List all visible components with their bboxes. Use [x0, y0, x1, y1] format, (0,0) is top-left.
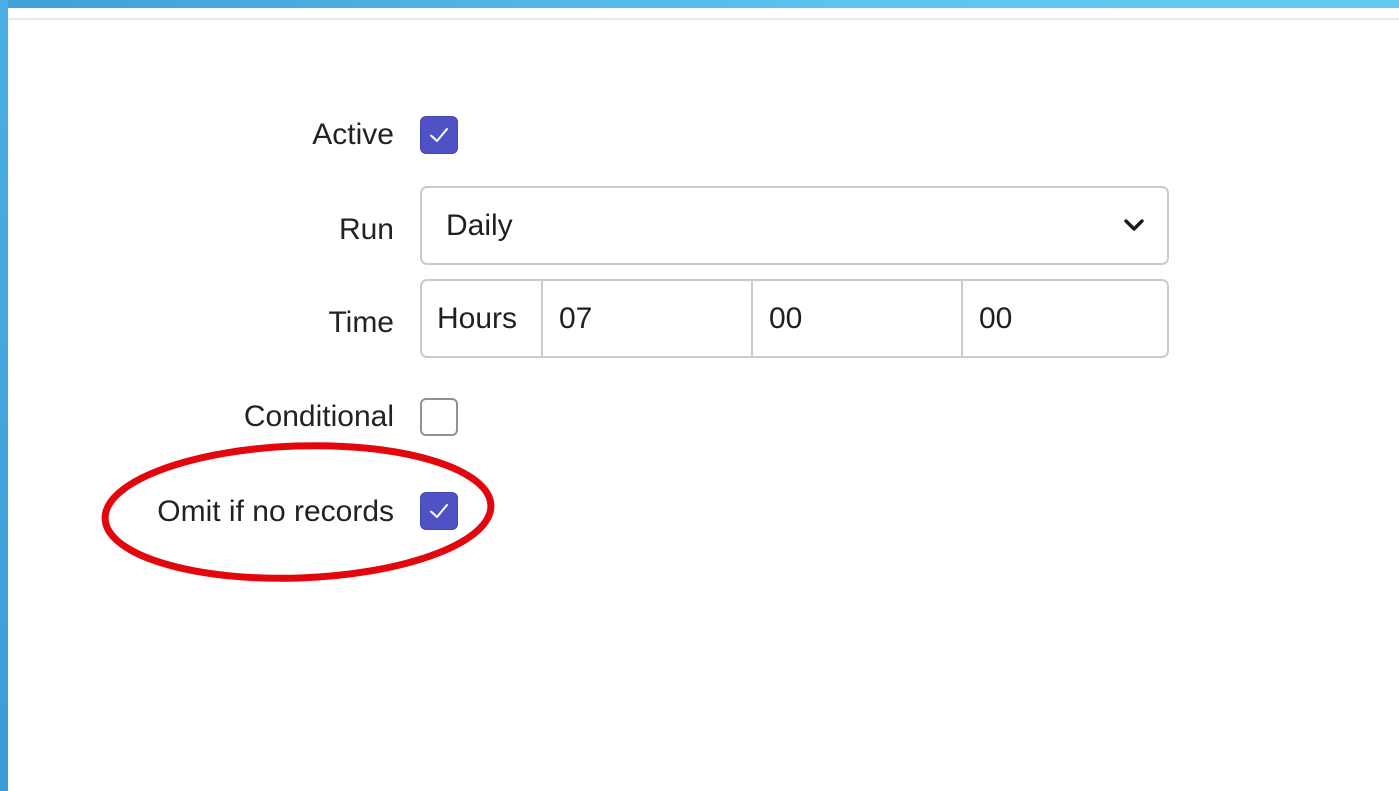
time-label: Time [328, 306, 394, 339]
hours-field[interactable]: 07 [543, 281, 753, 356]
conditional-checkbox[interactable] [420, 398, 458, 436]
chevron-down-icon [1124, 219, 1144, 231]
run-label: Run [338, 213, 394, 246]
window-left-border [0, 0, 8, 791]
active-label: Active [312, 118, 394, 151]
seconds-field[interactable]: 00 [963, 281, 1167, 356]
checkmark-icon [430, 128, 448, 142]
minutes-field[interactable]: 00 [753, 281, 963, 356]
time-input-group: Hours 07 00 00 [420, 279, 1169, 358]
active-checkbox[interactable] [420, 116, 458, 154]
run-select[interactable]: Daily [420, 186, 1169, 265]
header-divider [8, 18, 1399, 20]
annotation-ellipse [101, 442, 495, 582]
run-select-value: Daily [446, 209, 513, 242]
hours-addon: Hours [422, 281, 543, 356]
conditional-label: Conditional [243, 400, 394, 433]
window-top-border [0, 0, 1399, 8]
